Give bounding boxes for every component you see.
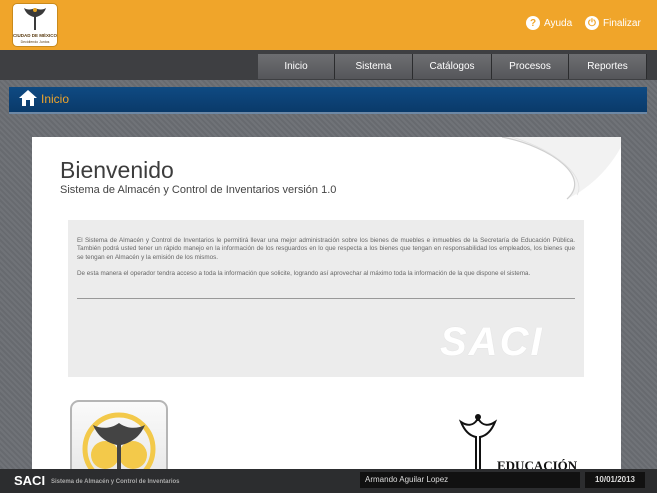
logout-label: Finalizar	[603, 17, 641, 29]
logout-button[interactable]: ⏻ Finalizar	[585, 16, 641, 30]
current-user: Armando Aguilar Lopez	[360, 472, 580, 488]
top-header: CIUDAD DE MÉXICO Decidiendo Juntos ? Ayu…	[0, 0, 657, 50]
footer-bar: SACI Sistema de Almacén y Control de Inv…	[0, 469, 657, 493]
nav-item-sistema[interactable]: Sistema	[335, 54, 413, 79]
power-icon: ⏻	[585, 16, 599, 30]
help-icon: ?	[526, 16, 540, 30]
intro-paragraph-1: El Sistema de Almacén y Control de Inven…	[77, 237, 575, 261]
page-title: Bienvenido	[60, 157, 174, 183]
main-nav: Inicio Sistema Catálogos Procesos Report…	[0, 50, 657, 80]
info-box: El Sistema de Almacén y Control de Inven…	[68, 220, 584, 377]
breadcrumb: Inicio	[9, 87, 647, 114]
nav-item-inicio[interactable]: Inicio	[258, 54, 335, 79]
footer-brand: SACI	[14, 473, 46, 488]
cdmx-logo	[70, 400, 168, 477]
home-icon[interactable]	[18, 89, 38, 107]
logo-line-1: CIUDAD DE MÉXICO	[13, 33, 58, 38]
nav-item-catalogos[interactable]: Catálogos	[413, 54, 492, 79]
current-date: 10/01/2013	[585, 472, 645, 488]
cdmx-header-logo[interactable]: CIUDAD DE MÉXICO Decidiendo Juntos	[12, 3, 58, 47]
welcome-panel: Bienvenido Sistema de Almacén y Control …	[32, 137, 621, 477]
intro-paragraph-2: De esta manera el operador tendra acceso…	[77, 270, 531, 277]
angel-emblem-icon	[82, 412, 156, 477]
footer-subtitle: Sistema de Almacén y Control de Inventar…	[51, 479, 180, 485]
breadcrumb-label[interactable]: Inicio	[41, 92, 69, 106]
logo-line-2: Decidiendo Juntos	[20, 40, 50, 44]
page-subtitle: Sistema de Almacén y Control de Inventar…	[60, 184, 337, 196]
help-label: Ayuda	[544, 17, 573, 29]
saci-watermark: SACI	[440, 320, 544, 364]
angel-independencia-icon	[24, 8, 46, 30]
nav-item-reportes[interactable]: Reportes	[569, 54, 647, 79]
divider	[77, 298, 575, 299]
help-button[interactable]: ? Ayuda	[526, 16, 572, 30]
nav-item-procesos[interactable]: Procesos	[492, 54, 569, 79]
